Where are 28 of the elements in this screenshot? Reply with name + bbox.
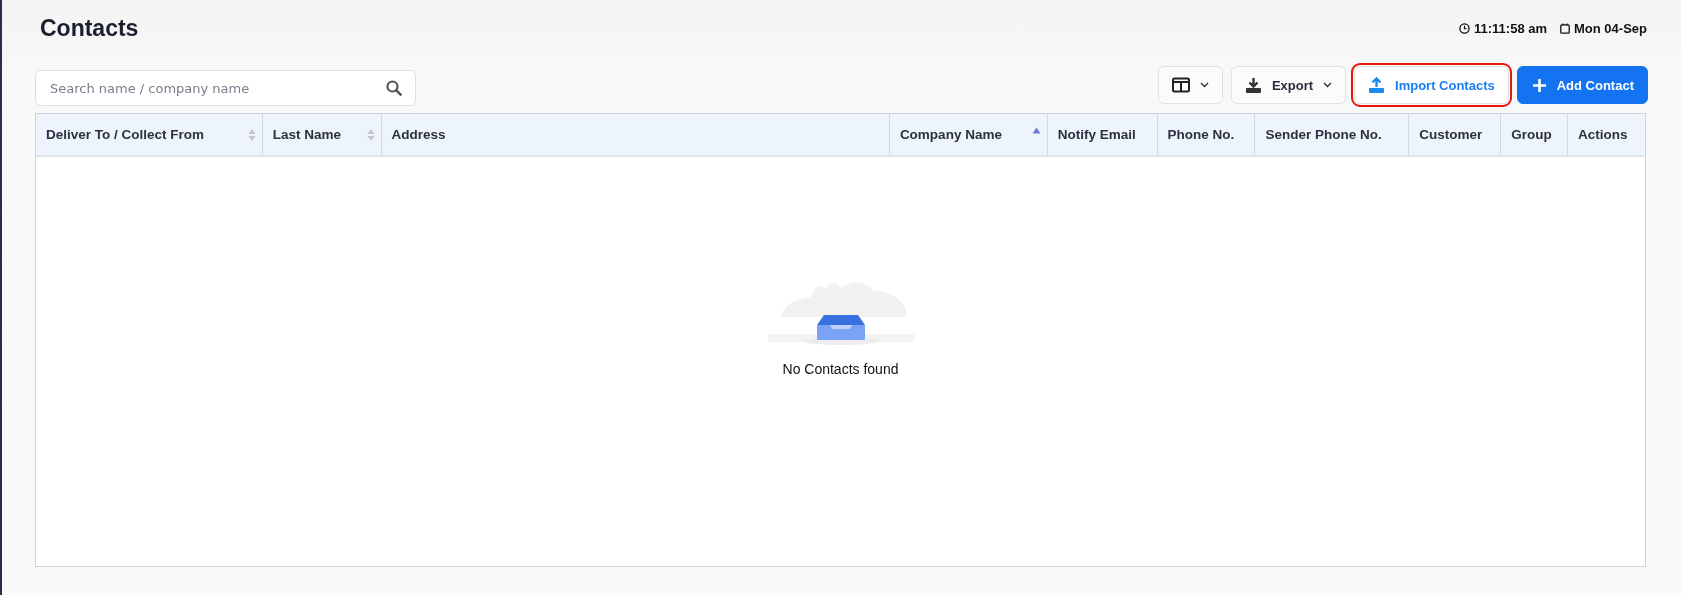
column-header: Phone No. (1157, 114, 1256, 155)
column-header[interactable]: Last Name (262, 114, 382, 155)
import-button[interactable]: Import Contacts (1354, 66, 1509, 104)
empty-message: No Contacts found (782, 361, 899, 377)
time-text: 11:11:58 am (1474, 20, 1548, 36)
search-field[interactable]: Search name / company name (35, 70, 416, 106)
column-header[interactable]: Deliver To / Collect From (36, 114, 263, 155)
download-icon (1244, 76, 1262, 94)
column-header: Notify Email (1047, 114, 1158, 155)
caret-icon (1199, 82, 1209, 88)
search-icon (386, 80, 402, 96)
upload-icon (1368, 76, 1386, 94)
calendar-icon (1560, 22, 1571, 34)
column-header: Actions (1577, 126, 1629, 144)
column-header: Address (381, 114, 890, 155)
column-header: Sender Phone No. (1255, 114, 1410, 155)
add-contact-button[interactable]: Add Contact (1516, 66, 1648, 104)
plus-icon (1531, 77, 1547, 93)
column-header: Group (1501, 114, 1569, 155)
column-header[interactable]: Company Name (889, 114, 1048, 155)
caret-icon (1323, 82, 1333, 88)
page-title: Contacts (40, 14, 139, 42)
columns-icon (1171, 77, 1190, 93)
export-button[interactable]: Export (1230, 66, 1347, 104)
date-text: Mon 04-Sep (1574, 20, 1647, 36)
column-header: Customer (1409, 114, 1502, 155)
clock-icon (1459, 22, 1470, 34)
columns-button[interactable] (1157, 66, 1223, 104)
